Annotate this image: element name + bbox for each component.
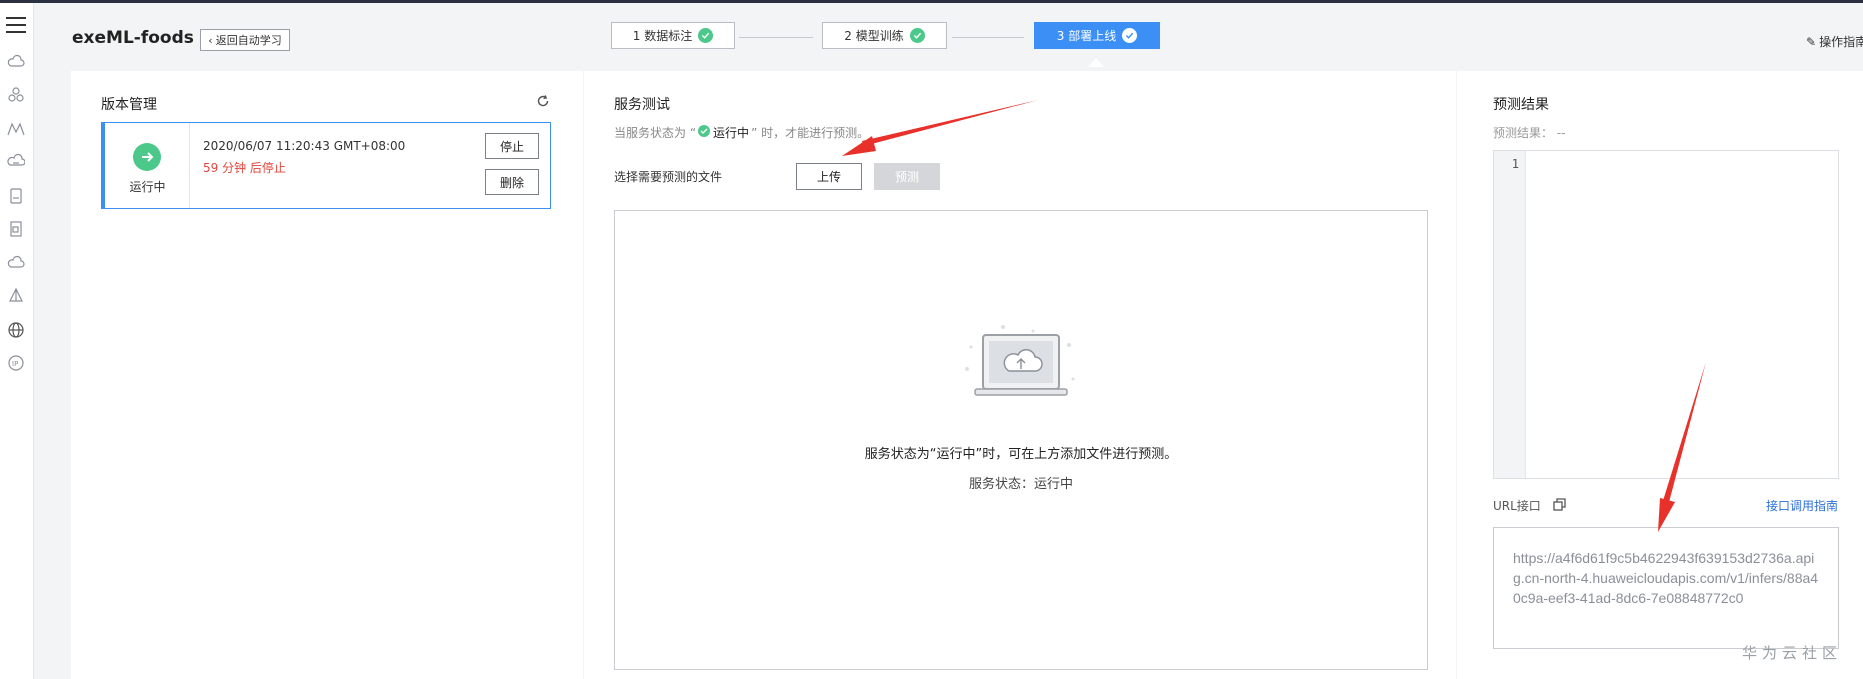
laptop-upload-icon [961,319,1081,409]
line-gutter: 1 [1494,151,1526,478]
svg-text:IP: IP [12,360,18,368]
check-icon [909,28,925,43]
version-card[interactable]: 运行中 2020/06/07 11:20:43 GMT+08:00 59 分钟 … [101,122,551,209]
step-deploy[interactable]: 3 部署上线 [1034,22,1160,49]
status-label: 运行中 [129,180,166,194]
upload-button[interactable]: 上传 [796,163,862,190]
watermark: 华为云社区 [1742,644,1843,662]
cloud-outline-icon[interactable] [7,254,25,272]
menu-icon[interactable] [6,17,26,35]
cluster-icon[interactable] [7,86,25,104]
version-status: 运行中 [105,123,190,208]
step-connector [739,37,813,38]
ip-icon[interactable]: IP [7,354,25,372]
chevron-left-icon: ‹ [208,33,213,47]
arrow-right-icon [133,143,161,171]
copy-icon[interactable] [1553,497,1566,514]
api-url-field[interactable]: https://a4f6d61f9c5b4622943f639153d2736a… [1493,527,1839,649]
page-title: exeML-foods [72,28,194,48]
predict-button[interactable]: 预测 [874,163,940,190]
check-icon [698,28,714,43]
check-circle-icon [698,125,711,140]
operation-guide-link[interactable]: ✎ 操作指南 [1806,33,1863,50]
drop-message: 服务状态为“运行中”时，可在上方添加文件进行预测。 [864,447,1178,462]
step-model-training[interactable]: 2 模型训练 [822,22,947,49]
header: exeML-foods ‹ 返回自动学习 [34,3,1863,71]
stop-button[interactable]: 停止 [485,133,539,159]
result-title: 预测结果 [1493,97,1549,113]
delete-button[interactable]: 删除 [485,169,539,195]
result-value-label: 预测结果： -- [1493,126,1566,140]
result-code-editor[interactable]: 1 [1493,150,1839,479]
api-guide-link[interactable]: 接口调用指南 [1766,497,1838,514]
status-hint: 当服务状态为 “ 运行中 ” 时，才能进行预测。 [614,124,870,141]
service-test-title: 服务测试 [614,97,670,113]
running-indicator: 运行中 [698,124,749,141]
service-status: 服务状态：运行中 [968,477,1073,492]
cloud-icon[interactable] [7,53,25,71]
auto-stop-note: 59 分钟 后停止 [203,161,286,175]
check-icon [1122,28,1138,43]
cloud-server-icon[interactable] [7,153,26,171]
version-title: 版本管理 [101,97,157,113]
edit-icon: ✎ [1806,34,1817,49]
line-number: 1 [1511,157,1519,171]
version-datetime: 2020/06/07 11:20:43 GMT+08:00 [203,139,406,153]
step-data-labeling[interactable]: 1 数据标注 [611,22,735,49]
globe-icon[interactable] [7,321,25,339]
step-pointer [1088,58,1104,67]
back-to-automl-button[interactable]: ‹ 返回自动学习 [200,29,290,51]
step-connector [952,37,1024,38]
left-rail: IP [0,3,34,679]
network-icon[interactable] [7,287,25,305]
document-icon[interactable] [7,220,25,238]
url-label-row: URL接口 [1493,497,1566,514]
file-select-label: 选择需要预测的文件 [614,170,723,184]
mountain-icon[interactable] [7,120,25,138]
file-drop-area[interactable]: 服务状态为“运行中”时，可在上方添加文件进行预测。 服务状态：运行中 [614,210,1428,670]
refresh-icon[interactable] [536,94,550,108]
storage-icon[interactable] [7,187,25,205]
